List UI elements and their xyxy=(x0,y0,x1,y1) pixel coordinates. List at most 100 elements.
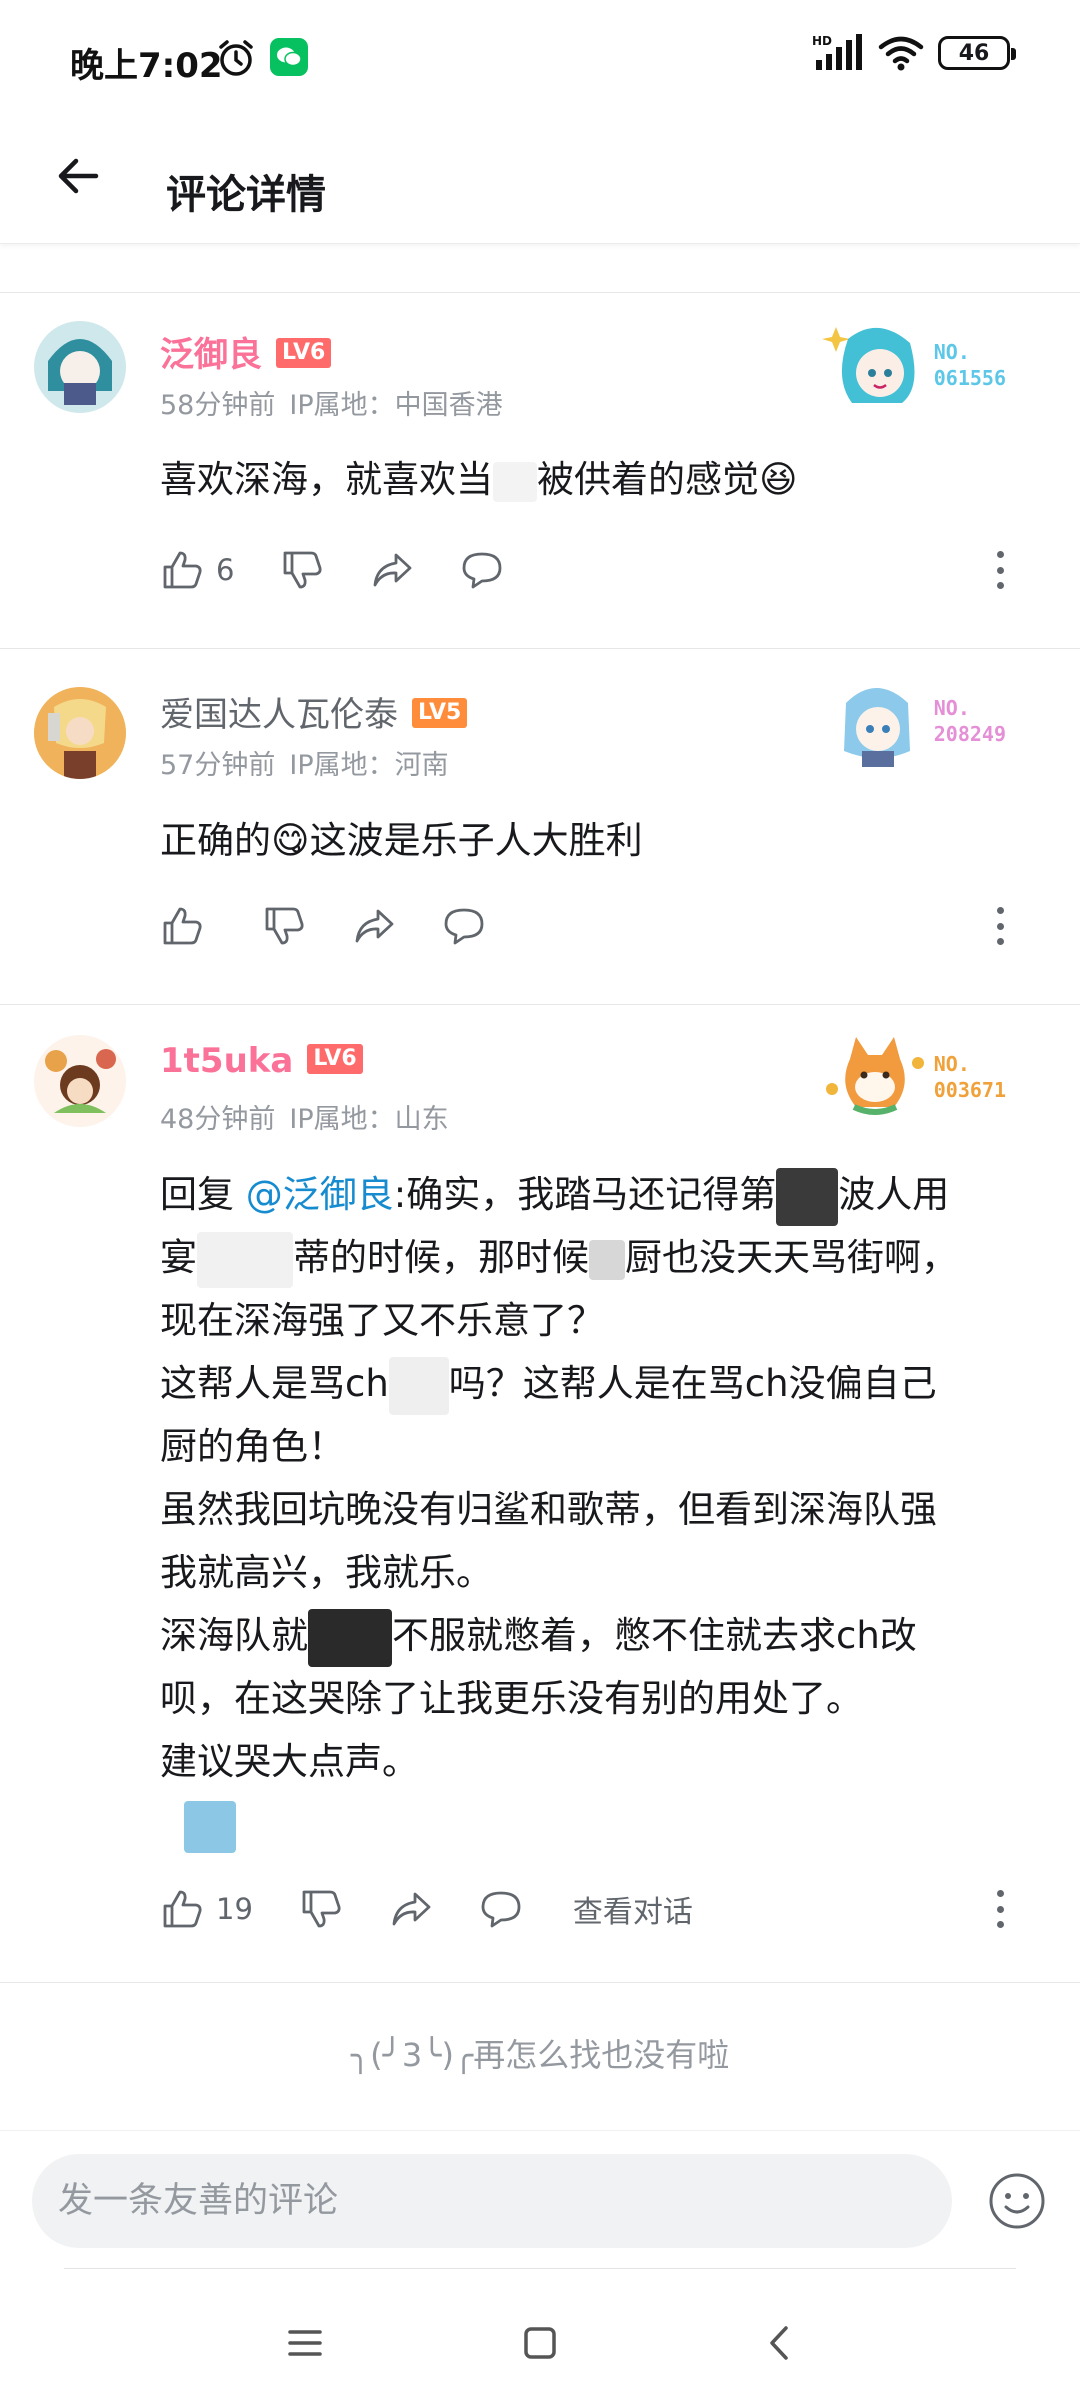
like-button[interactable]: 6 xyxy=(160,548,234,592)
comment-time: 58分钟前 xyxy=(160,390,276,421)
status-time: 晚上7:02 xyxy=(70,46,223,86)
reply-button[interactable] xyxy=(442,904,486,948)
share-button[interactable] xyxy=(352,904,396,948)
view-conversation-link[interactable]: 查看对话 xyxy=(573,1887,693,1931)
share-arrow-icon xyxy=(374,553,412,587)
comment-divider xyxy=(0,1982,1080,1983)
comment-text-segment: 厨也没天天骂街啊， xyxy=(625,1236,958,1279)
comment-line: 虽然我回坑晚没有归鲨和歌蒂，但看到深海队强 xyxy=(160,1488,937,1531)
like-button[interactable] xyxy=(160,904,216,948)
more-options-button[interactable] xyxy=(980,903,1020,949)
share-button[interactable] xyxy=(389,1887,433,1931)
thumbs-up-icon xyxy=(163,1890,202,1928)
status-right: HD 46 xyxy=(812,34,1016,72)
fan-badge-avatar-icon xyxy=(843,688,910,767)
comment-text: 回复 @泛御良:确实，我踏马还记得第 波人用 宴 蒂的时候，那时候 厨也没天天骂街啊，… xyxy=(160,1163,1050,1856)
comment-line: 现在深海强了又不乐意了？ xyxy=(160,1299,604,1342)
comment-text-segment: 不服就憋着，憋不住就去求ch改 xyxy=(392,1614,917,1657)
username[interactable]: 泛御良 xyxy=(160,335,262,375)
wifi-icon xyxy=(878,36,924,71)
comment-author[interactable]: 1t5uka LV6 xyxy=(160,1041,363,1081)
more-options-button[interactable] xyxy=(980,547,1020,593)
thumbs-down-icon xyxy=(265,907,304,945)
comment-bubble-icon xyxy=(444,908,484,945)
username[interactable]: 1t5uka xyxy=(160,1041,293,1081)
comment-text-part: 被供着的感觉😆 xyxy=(537,458,798,501)
comment-line: 我就高兴，我就乐。 xyxy=(160,1551,493,1594)
network-type-label: HD xyxy=(812,34,832,48)
end-of-list-tip: ╮(╯3╰)╭再怎么找也没有啦 xyxy=(350,2036,730,2074)
comment-line xyxy=(160,1793,1050,1856)
reply-prefix: 回复 xyxy=(160,1173,246,1216)
fan-badge[interactable]: NO. 061556 xyxy=(821,315,1006,415)
comment-line: 深海队就 不服就憋着，憋不住就去求ch改 xyxy=(160,1604,1050,1667)
comment-meta: 48分钟前 IP属地：山东 xyxy=(160,1097,449,1136)
comment-author[interactable]: 泛御良 LV6 xyxy=(160,327,332,376)
comment-text-part: 喜欢深海，就喜欢当 xyxy=(160,458,493,501)
comment-text-segment: 吗？这帮人是在骂ch没偏自己 xyxy=(448,1362,937,1405)
page-title: 评论详情 xyxy=(166,172,326,218)
comment-line: 宴 蒂的时候，那时候 厨也没天天骂街啊， xyxy=(160,1226,1050,1289)
back-arrow-icon[interactable] xyxy=(50,148,106,204)
reply-button[interactable] xyxy=(460,548,504,592)
dislike-button[interactable] xyxy=(299,1887,343,1931)
comment-text-segment: :确实，我踏马还记得第 xyxy=(393,1173,777,1216)
home-square-icon[interactable] xyxy=(515,2318,565,2368)
ip-location: IP属地：河南 xyxy=(289,750,449,781)
comment-text-segment: 蒂的时候，那时候 xyxy=(293,1236,589,1279)
redacted-blur xyxy=(388,1356,449,1415)
comment-item: 1t5uka LV6 48分钟前 IP属地：山东 NO. 003671 回复 @泛御… xyxy=(0,1005,1080,1982)
share-arrow-icon xyxy=(355,909,394,943)
menu-icon[interactable] xyxy=(280,2318,330,2368)
comment-meta: 58分钟前 IP属地：中国香港 xyxy=(160,383,503,422)
comment-line: 回复 @泛御良:确实，我踏马还记得第 波人用 xyxy=(160,1163,1050,1226)
cellular-signal-icon: HD xyxy=(812,34,862,70)
comment-bubble-icon xyxy=(463,552,502,589)
reply-button[interactable] xyxy=(479,1887,523,1931)
thumbs-up-icon xyxy=(163,907,202,945)
redacted-blur xyxy=(197,1231,293,1288)
user-avatar[interactable] xyxy=(34,687,126,779)
system-navigation-bar xyxy=(0,2268,1080,2400)
like-button[interactable]: 19 xyxy=(160,1887,253,1931)
comment-text: 喜欢深海，就喜欢当 被供着的感觉😆 xyxy=(160,448,1050,511)
user-avatar[interactable] xyxy=(34,321,126,413)
comment-input[interactable] xyxy=(32,2154,952,2248)
fan-badge[interactable]: NO. 003671 xyxy=(822,1027,1006,1127)
comment-line: 呗，在这哭除了让我更乐没有别的用处了。 xyxy=(160,1677,863,1720)
share-arrow-icon xyxy=(392,1892,431,1926)
dislike-button[interactable] xyxy=(280,548,324,592)
comment-input-container xyxy=(32,2154,952,2248)
comment-time: 57分钟前 xyxy=(160,750,276,781)
comment-item: 泛御良 LV6 58分钟前 IP属地：中国香港 NO. 061556 喜欢深海，就喜… xyxy=(0,293,1080,649)
username[interactable]: 爱国达人瓦伦泰 xyxy=(160,695,398,735)
fan-badge-number: NO. 003671 xyxy=(933,1052,1006,1102)
status-bar: 晚上7:02 HD 46 xyxy=(0,0,1080,118)
redacted-blur xyxy=(308,1608,392,1667)
comment-bubble-icon xyxy=(481,1891,521,1928)
dislike-button[interactable] xyxy=(262,904,306,948)
level-badge: LV5 xyxy=(412,697,468,728)
like-count: 19 xyxy=(216,1892,253,1926)
comment-author[interactable]: 爱国达人瓦伦泰 LV5 xyxy=(160,687,468,736)
share-button[interactable] xyxy=(370,548,414,592)
fan-badge-number: NO. 208249 xyxy=(933,696,1006,746)
comment-text-segment: 这帮人是骂ch xyxy=(160,1362,389,1405)
user-avatar[interactable] xyxy=(34,1035,126,1127)
fan-badge[interactable]: NO. 208249 xyxy=(822,671,1006,771)
comment-item: 爱国达人瓦伦泰 LV5 57分钟前 IP属地：河南 NO. 208249 正确的😋这… xyxy=(0,649,1080,1004)
level-badge: LV6 xyxy=(276,337,332,368)
input-bar-divider xyxy=(0,2130,1080,2131)
back-chevron-icon[interactable] xyxy=(755,2318,805,2368)
emoji-icon[interactable] xyxy=(988,2172,1046,2230)
thumbs-down-icon xyxy=(302,1890,341,1928)
fan-badge-avatar-icon xyxy=(825,1037,924,1115)
comment-text-segment: 深海队就 xyxy=(160,1614,308,1657)
comment-line: 这帮人是骂ch 吗？这帮人是在骂ch没偏自己 xyxy=(160,1352,1050,1415)
comment-time: 48分钟前 xyxy=(160,1104,276,1135)
more-options-button[interactable] xyxy=(980,1886,1020,1932)
mention-link[interactable]: @泛御良 xyxy=(246,1173,394,1216)
navbar-divider xyxy=(64,2268,1016,2269)
like-count: 6 xyxy=(216,553,235,587)
redacted-blur xyxy=(493,461,537,502)
